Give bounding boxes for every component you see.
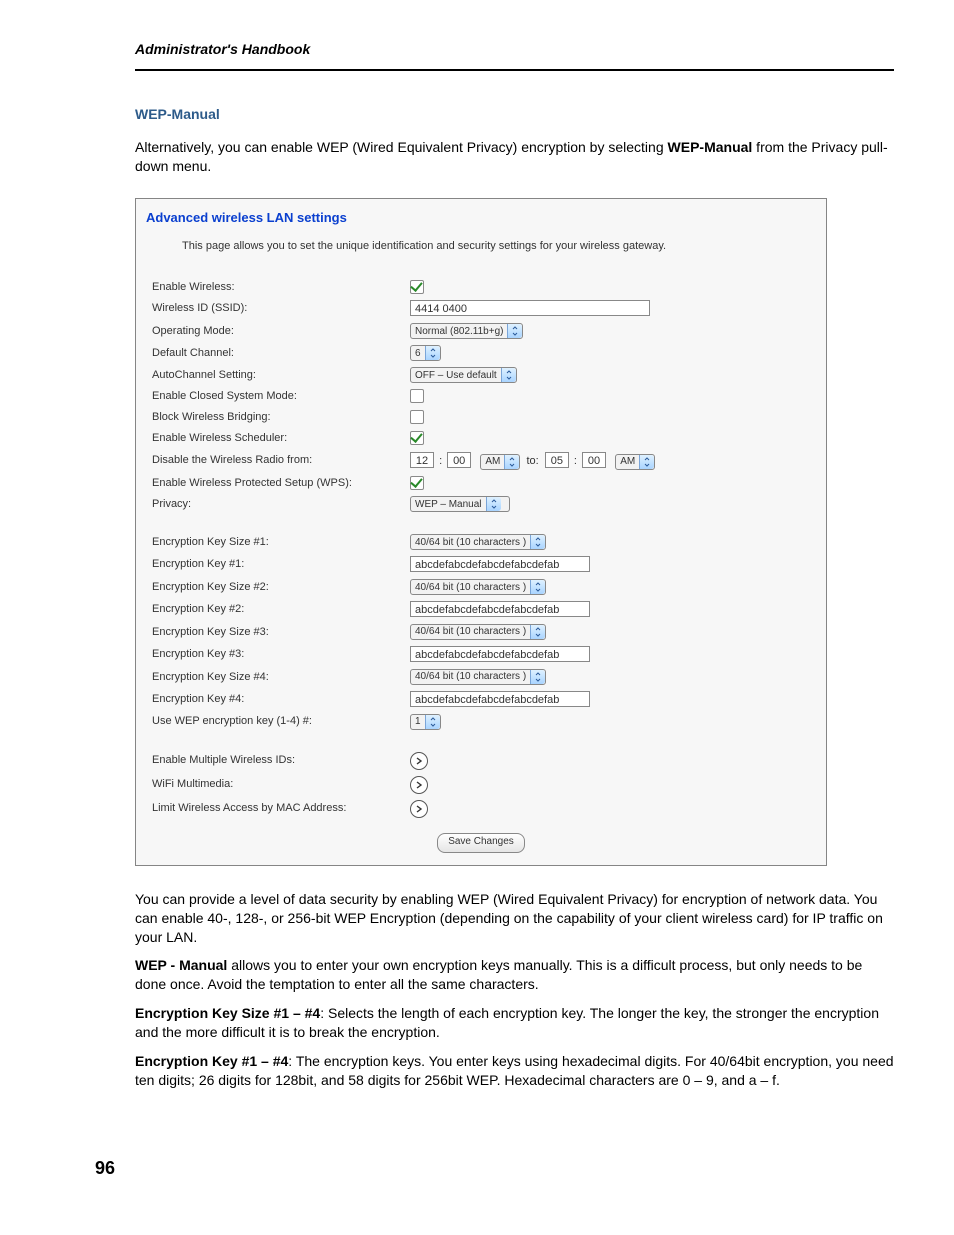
default-channel-label: Default Channel: [148,342,406,364]
ek1-input[interactable]: abcdefabcdefabcdefabcdefab [410,556,590,572]
p3-bold: Encryption Key Size #1 – #4 [135,1005,320,1021]
ek2-input[interactable]: abcdefabcdefabcdefabcdefab [410,601,590,617]
privacy-label: Privacy: [148,493,406,515]
privacy-select[interactable]: WEP – Manual [410,496,510,512]
use-key-label: Use WEP encryption key (1-4) #: [148,711,406,733]
disable-from-label: Disable the Wireless Radio from: [148,449,406,473]
p4-bold: Encryption Key #1 – #4 [135,1053,288,1069]
scheduler-label: Enable Wireless Scheduler: [148,428,406,449]
save-changes-button[interactable]: Save Changes [437,833,525,853]
chevron-down-icon [639,455,654,469]
ek-size1-select[interactable]: 40/64 bit (10 characters ) [410,534,546,550]
ek-size1-value: 40/64 bit (10 characters ) [415,536,526,550]
multi-ids-label: Enable Multiple Wireless IDs: [148,749,406,773]
panel-title: Advanced wireless LAN settings [136,199,826,231]
autochannel-value: OFF – Use default [415,369,497,383]
to-ampm-value: AM [620,455,635,469]
block-bridging-checkbox[interactable] [410,410,424,424]
to-ampm-select[interactable]: AM [615,454,655,470]
ek4-label: Encryption Key #4: [148,688,406,711]
ssid-label: Wireless ID (SSID): [148,297,406,320]
wps-label: Enable Wireless Protected Setup (WPS): [148,473,406,494]
ek-size2-select[interactable]: 40/64 bit (10 characters ) [410,579,546,595]
limit-mac-link[interactable] [410,800,428,818]
chevron-down-icon [530,535,545,549]
chevron-down-icon [425,346,440,360]
operating-mode-label: Operating Mode: [148,320,406,342]
from-min-input[interactable]: 00 [447,452,471,468]
autochannel-label: AutoChannel Setting: [148,364,406,386]
ek3-label: Encryption Key #3: [148,643,406,666]
settings-panel: Advanced wireless LAN settings This page… [135,198,827,866]
from-ampm-select[interactable]: AM [480,454,520,470]
ek-size2-label: Encryption Key Size #2: [148,576,406,598]
chevron-down-icon [425,715,440,729]
multi-ids-link[interactable] [410,752,428,770]
default-channel-value: 6 [415,347,421,361]
use-key-select[interactable]: 1 [410,714,441,730]
ek4-input[interactable]: abcdefabcdefabcdefabcdefab [410,691,590,707]
autochannel-select[interactable]: OFF – Use default [410,367,517,383]
to-label-text: to: [526,455,538,467]
paragraph-1: You can provide a level of data security… [135,890,894,947]
panel-description: This page allows you to set the unique i… [136,230,826,277]
chevron-down-icon [507,324,522,338]
to-hour-input[interactable]: 05 [545,452,569,468]
ek-size3-value: 40/64 bit (10 characters ) [415,625,526,639]
closed-mode-label: Enable Closed System Mode: [148,386,406,407]
wps-checkbox[interactable] [410,476,424,490]
scheduler-checkbox[interactable] [410,431,424,445]
time-sep: : [572,455,579,467]
paragraph-3: Encryption Key Size #1 – #4: Selects the… [135,1004,894,1042]
from-hour-input[interactable]: 12 [410,452,434,468]
p2-bold: WEP - Manual [135,957,227,973]
p2-rest: allows you to enter your own encryption … [135,957,862,992]
limit-mac-label: Limit Wireless Access by MAC Address: [148,797,406,821]
time-sep: : [437,455,444,467]
ek-size4-select[interactable]: 40/64 bit (10 characters ) [410,669,546,685]
paragraph-4: Encryption Key #1 – #4: The encryption k… [135,1052,894,1090]
ek3-input[interactable]: abcdefabcdefabcdefabcdefab [410,646,590,662]
wifi-mm-label: WiFi Multimedia: [148,773,406,797]
to-min-input[interactable]: 00 [582,452,606,468]
chevron-down-icon [501,368,516,382]
operating-mode-select[interactable]: Normal (802.11b+g) [410,323,523,339]
chevron-down-icon [530,670,545,684]
running-header: Administrator's Handbook [135,40,894,71]
ek-size1-label: Encryption Key Size #1: [148,531,406,553]
intro-paragraph: Alternatively, you can enable WEP (Wired… [135,138,894,176]
ek1-label: Encryption Key #1: [148,553,406,576]
intro-bold: WEP-Manual [668,139,753,155]
section-heading: WEP-Manual [135,105,894,124]
operating-mode-value: Normal (802.11b+g) [415,325,503,339]
use-key-value: 1 [415,715,421,729]
paragraph-2: WEP - Manual allows you to enter your ow… [135,956,894,994]
ek-size2-value: 40/64 bit (10 characters ) [415,581,526,595]
enable-wireless-label: Enable Wireless: [148,277,406,298]
ek-size4-value: 40/64 bit (10 characters ) [415,670,526,684]
block-bridging-label: Block Wireless Bridging: [148,407,406,428]
wifi-mm-link[interactable] [410,776,428,794]
chevron-down-icon [504,455,519,469]
privacy-value: WEP – Manual [415,498,482,512]
chevron-down-icon [486,497,501,511]
ek-size3-label: Encryption Key Size #3: [148,621,406,643]
ek-size3-select[interactable]: 40/64 bit (10 characters ) [410,624,546,640]
enable-wireless-checkbox[interactable] [410,280,424,294]
ek-size4-label: Encryption Key Size #4: [148,666,406,688]
ssid-input[interactable]: 4414 0400 [410,300,650,316]
chevron-down-icon [530,625,545,639]
closed-mode-checkbox[interactable] [410,389,424,403]
intro-pre: Alternatively, you can enable WEP (Wired… [135,139,668,155]
chevron-down-icon [530,580,545,594]
from-ampm-value: AM [485,455,500,469]
page-number: 96 [95,1156,115,1180]
default-channel-select[interactable]: 6 [410,345,441,361]
ek2-label: Encryption Key #2: [148,598,406,621]
